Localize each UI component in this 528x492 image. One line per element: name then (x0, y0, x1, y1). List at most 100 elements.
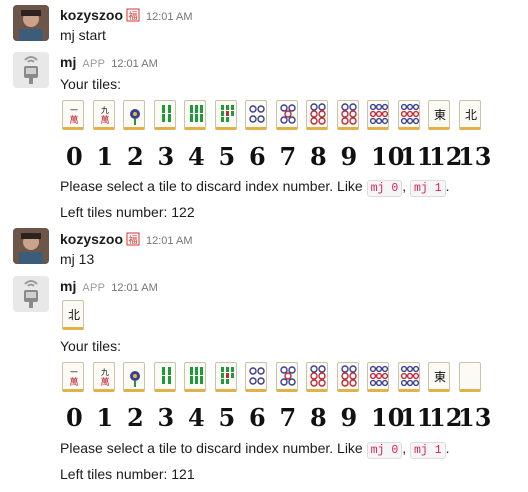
example-code: mj 0 (366, 442, 403, 459)
message-header: kozyszoo 福 12:01 AM (60, 231, 193, 249)
message-header: kozyszoo 福 12:01 AM (60, 7, 193, 25)
period: . (445, 178, 450, 194)
5-dots-tile (275, 100, 298, 130)
1-character-tile: 一萬 (62, 100, 84, 130)
tile-index: 2 (127, 403, 144, 432)
svg-text:萬: 萬 (100, 114, 109, 126)
svg-text:福: 福 (129, 10, 138, 22)
comma: , (402, 178, 407, 194)
username[interactable]: mj (60, 278, 76, 294)
tile-index: 13 (458, 142, 492, 171)
svg-text:一: 一 (70, 368, 78, 377)
status-emoji-icon: 福 (126, 8, 140, 22)
5-dots-tile (275, 362, 298, 392)
tile-index: 7 (279, 403, 297, 432)
prompt-text: Please select a tile to discard index nu… (60, 440, 363, 456)
username[interactable]: mj (60, 54, 76, 70)
8-bamboo-tile (214, 362, 237, 392)
message-text: mj start (60, 27, 106, 43)
tile-index: 13 (458, 403, 492, 432)
bot-avatar[interactable] (13, 52, 49, 88)
4-bamboo-tile (153, 100, 176, 130)
svg-text:東: 東 (434, 108, 446, 122)
svg-text:萬: 萬 (69, 114, 78, 126)
4-bamboo-tile (153, 362, 176, 392)
9-character-tile: 九萬 (92, 100, 115, 130)
example-code: mj 0 (366, 180, 403, 197)
tile-index: 8 (310, 142, 327, 171)
9-dots-tile (397, 100, 420, 130)
discard-prompt: Please select a tile to discard index nu… (60, 177, 450, 198)
tile-index: 4 (188, 403, 205, 432)
6-bamboo-tile (184, 362, 206, 392)
timestamp[interactable]: 12:01 AM (146, 11, 192, 23)
timestamp[interactable]: 12:01 AM (111, 58, 157, 70)
tiles-intro: Your tiles: (60, 338, 121, 354)
8-bamboo-tile (214, 100, 237, 130)
tile-index: 7 (279, 142, 297, 171)
tile-index: 0 (66, 142, 83, 171)
tile-index: 5 (218, 403, 236, 432)
message-header: mj APP 12:01 AM (60, 54, 158, 72)
svg-text:福: 福 (129, 234, 138, 246)
svg-text:九: 九 (101, 368, 109, 377)
svg-text:北: 北 (464, 108, 476, 122)
tile-index: 2 (127, 142, 144, 171)
message-text: mj 13 (60, 251, 95, 267)
tile-index: 6 (249, 142, 266, 171)
6-dots-tile (336, 362, 359, 392)
app-badge: APP (82, 58, 106, 70)
tile-index: 5 (218, 142, 236, 171)
avatar[interactable] (13, 228, 49, 264)
tile-index: 9 (340, 142, 358, 171)
north-tile: 北 (458, 100, 481, 130)
tile-index: 1 (96, 403, 114, 432)
discard-prompt: Please select a tile to discard index nu… (60, 439, 450, 460)
svg-text:萬: 萬 (100, 376, 109, 388)
9-dots-tile (367, 362, 389, 392)
tile-index: 0 (66, 403, 83, 432)
east-tile: 東 (428, 362, 450, 392)
app-badge: APP (82, 282, 106, 294)
4-dots-tile (245, 100, 267, 130)
svg-text:一: 一 (70, 106, 78, 115)
9-dots-tile (367, 100, 389, 130)
comma: , (402, 440, 407, 456)
status-emoji-icon: 福 (126, 232, 140, 246)
avatar[interactable] (13, 5, 49, 41)
tile-index: 1 (96, 142, 114, 171)
6-dots-tile (306, 100, 328, 130)
north-tile: 北 (62, 300, 84, 330)
tile-index: 3 (157, 142, 175, 171)
tiles-intro: Your tiles: (60, 76, 121, 92)
tile-index: 6 (249, 403, 266, 432)
9-character-tile: 九萬 (92, 362, 115, 392)
tile-index: 3 (157, 403, 175, 432)
period: . (445, 440, 450, 456)
tile-index: 8 (310, 403, 327, 432)
east-tile: 東 (428, 100, 450, 130)
tile-index: 4 (188, 142, 205, 171)
9-dots-tile (397, 362, 420, 392)
4-dots-tile (245, 362, 267, 392)
3-dots-flower-tile (123, 362, 145, 392)
example-code: mj 1 (410, 180, 446, 197)
svg-text:萬: 萬 (69, 376, 78, 388)
prompt-text: Please select a tile to discard index nu… (60, 178, 363, 194)
svg-text:北: 北 (68, 308, 80, 322)
example-code: mj 1 (410, 442, 446, 459)
bot-avatar[interactable] (13, 276, 49, 312)
1-character-tile: 一萬 (62, 362, 84, 392)
svg-text:東: 東 (434, 370, 446, 384)
left-tiles-count: Left tiles number: 121 (60, 466, 195, 482)
tile-index: 9 (340, 403, 358, 432)
6-dots-tile (306, 362, 328, 392)
6-dots-tile (336, 100, 359, 130)
svg-text:九: 九 (101, 106, 109, 115)
username[interactable]: kozyszoo (60, 7, 123, 23)
message-header: mj APP 12:01 AM (60, 278, 158, 296)
timestamp[interactable]: 12:01 AM (146, 235, 192, 247)
timestamp[interactable]: 12:01 AM (111, 282, 157, 294)
left-tiles-count: Left tiles number: 122 (60, 204, 195, 220)
username[interactable]: kozyszoo (60, 231, 123, 247)
